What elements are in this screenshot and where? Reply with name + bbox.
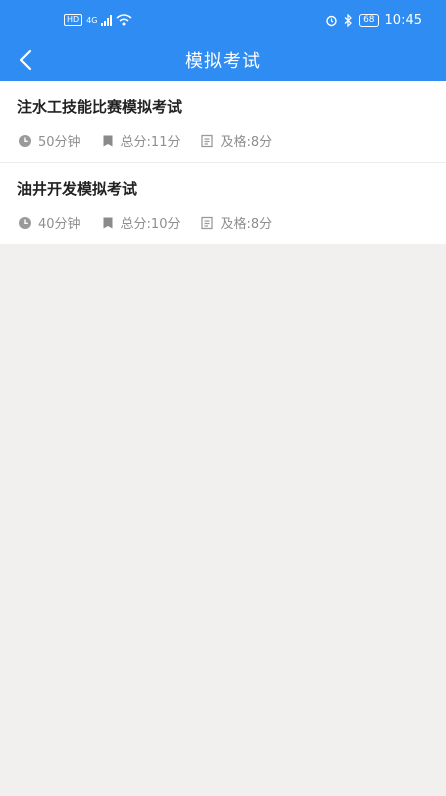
document-icon	[201, 216, 214, 229]
exam-meta: 40分钟 总分:10分 及格:8分	[18, 213, 292, 232]
wifi-icon	[116, 14, 132, 26]
clock-icon	[19, 216, 31, 229]
signal-icon	[101, 14, 113, 26]
alarm-icon	[326, 15, 337, 27]
bluetooth-icon	[344, 14, 352, 27]
exam-item[interactable]: 油井开发模拟考试 40分钟 总分:10分 及格:8分	[0, 163, 446, 244]
nav-bar: 模拟考试	[0, 40, 446, 81]
exam-pass-score: 及格:8分	[220, 135, 273, 150]
battery-icon: 68	[359, 14, 379, 27]
exam-item[interactable]: 注水工技能比赛模拟考试 50分钟 总分:11分 及格:8分	[0, 81, 446, 163]
exam-total-score: 总分:11分	[120, 135, 181, 150]
exam-total-score: 总分:10分	[120, 217, 181, 232]
bookmark-icon	[103, 135, 113, 146]
status-time: 10:45	[384, 13, 422, 28]
exam-title: 注水工技能比赛模拟考试	[17, 98, 183, 116]
status-bar: HD 4G 68 10:45	[0, 0, 446, 40]
exam-meta: 50分钟 总分:11分 及格:8分	[18, 131, 292, 150]
page-title: 模拟考试	[185, 51, 261, 72]
exam-duration: 40分钟	[38, 217, 81, 232]
bookmark-icon	[103, 217, 113, 228]
app-header: HD 4G 68 10:45 模拟考试	[0, 0, 446, 81]
clock-icon	[19, 134, 31, 147]
hd-indicator: HD	[64, 14, 83, 26]
document-icon	[201, 134, 214, 147]
exam-pass-score: 及格:8分	[220, 217, 273, 232]
network-type: 4G	[86, 15, 98, 25]
exam-title: 油井开发模拟考试	[17, 180, 138, 198]
exam-list: 注水工技能比赛模拟考试 50分钟 总分:11分 及格:8分 油井开发模拟考试 4…	[0, 81, 446, 244]
exam-duration: 50分钟	[38, 135, 81, 150]
